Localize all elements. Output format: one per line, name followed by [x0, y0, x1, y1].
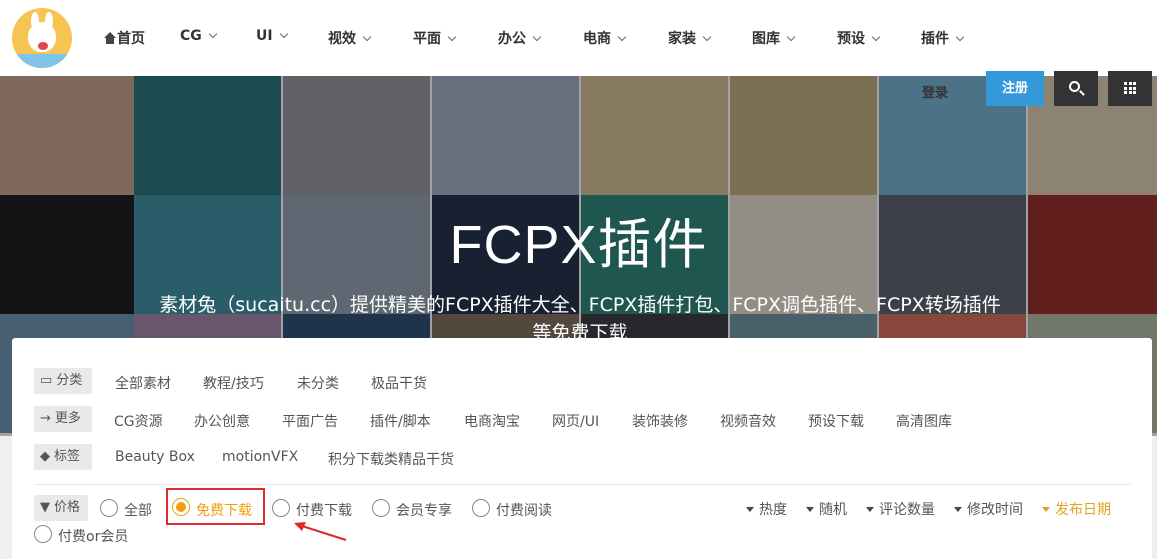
register-button[interactable]: 注册 [986, 71, 1044, 106]
login-link[interactable]: 登录 [922, 82, 948, 101]
more-link[interactable]: 网页/UI [552, 411, 599, 431]
nav-item-vfx[interactable]: 视效 [328, 28, 372, 48]
more-link[interactable]: 办公创意 [194, 411, 250, 431]
more-link[interactable]: 平面广告 [282, 411, 338, 431]
arrow-right-icon: → [40, 411, 51, 426]
chevron-down-icon [617, 32, 627, 42]
nav-item-presets[interactable]: 预设 [837, 28, 881, 48]
tag-link[interactable]: motionVFX [222, 449, 298, 465]
folder-icon: ▭ [40, 373, 53, 388]
filter-panel: ▭ 分类 全部素材 教程/技巧 未分类 极品干货 → 更多 CG资源 办公创意 平面… [12, 338, 1152, 559]
category-link[interactable]: 教程/技巧 [203, 373, 264, 393]
radio-paid[interactable] [272, 499, 290, 517]
nav-item-graphic[interactable]: 平面 [413, 28, 457, 48]
nav-item-ui[interactable]: UI [256, 28, 288, 44]
more-link[interactable]: 视频音效 [720, 411, 776, 431]
category-link[interactable]: 未分类 [297, 373, 339, 393]
grid-icon [1124, 82, 1136, 94]
more-link[interactable]: 插件/脚本 [370, 411, 431, 431]
sort-hot[interactable]: 热度 [746, 499, 787, 519]
tags-tag: ◆ 标签 [34, 444, 92, 470]
tag-link[interactable]: 积分下载类精品干货 [328, 449, 454, 469]
chevron-down-icon [447, 32, 457, 42]
nav-item-ecommerce[interactable]: 电商 [583, 28, 627, 48]
highlight-box [166, 488, 265, 525]
sort-published[interactable]: 发布日期 [1042, 499, 1111, 519]
category-tag: ▭ 分类 [34, 368, 92, 394]
more-link[interactable]: 装饰装修 [632, 411, 688, 431]
radio-label[interactable]: 会员专享 [396, 500, 452, 520]
home-icon [104, 32, 116, 44]
radio-label[interactable]: 付费or会员 [58, 526, 128, 546]
more-link[interactable]: CG资源 [114, 411, 163, 431]
category-link[interactable]: 全部素材 [115, 373, 171, 393]
caret-down-icon [954, 507, 962, 512]
chevron-down-icon [362, 32, 372, 42]
search-button[interactable] [1054, 71, 1098, 106]
radio-member[interactable] [372, 499, 390, 517]
filter-icon: ▼ [40, 500, 50, 515]
top-navbar: 首页 CG UI 视效 平面 办公 电商 家装 图库 预设 插件 [0, 0, 1157, 76]
nav-item-office[interactable]: 办公 [498, 28, 542, 48]
more-link[interactable]: 预设下载 [808, 411, 864, 431]
chevron-down-icon [871, 32, 881, 42]
caret-down-icon [746, 507, 754, 512]
sort-modified[interactable]: 修改时间 [954, 499, 1023, 519]
radio-all[interactable] [100, 499, 118, 517]
nav-item-cg[interactable]: CG [180, 28, 218, 44]
sort-comments[interactable]: 评论数量 [866, 499, 935, 519]
chevron-down-icon [279, 29, 288, 39]
caret-down-icon [1042, 507, 1050, 512]
chevron-down-icon [532, 32, 542, 42]
nav-item-gallery[interactable]: 图库 [752, 28, 796, 48]
price-tag: ▼ 价格 [34, 495, 88, 521]
radio-paid-read[interactable] [472, 499, 490, 517]
tag-icon: ◆ [40, 449, 50, 464]
search-icon [1069, 81, 1080, 92]
site-logo[interactable] [12, 8, 72, 68]
radio-label[interactable]: 全部 [124, 500, 152, 520]
radio-paid-or-member[interactable] [34, 525, 52, 543]
nav-home[interactable]: 首页 [104, 28, 145, 48]
divider [34, 484, 1131, 485]
chevron-down-icon [786, 32, 796, 42]
sort-random[interactable]: 随机 [806, 499, 847, 519]
page-title: FCPX插件 [449, 215, 708, 275]
category-link[interactable]: 极品干货 [371, 373, 427, 393]
radio-label[interactable]: 付费下载 [296, 500, 352, 520]
nav-item-plugins[interactable]: 插件 [921, 28, 965, 48]
caret-down-icon [866, 507, 874, 512]
more-link[interactable]: 电商淘宝 [464, 411, 520, 431]
tag-link[interactable]: Beauty Box [115, 449, 195, 465]
chevron-down-icon [955, 32, 965, 42]
chevron-down-icon [702, 32, 712, 42]
chevron-down-icon [208, 29, 218, 39]
more-link[interactable]: 高清图库 [896, 411, 952, 431]
annotation-arrow-icon [294, 522, 347, 541]
radio-label[interactable]: 付费阅读 [496, 500, 552, 520]
caret-down-icon [806, 507, 814, 512]
more-tag: → 更多 [34, 406, 92, 432]
nav-item-home-decor[interactable]: 家装 [668, 28, 712, 48]
menu-grid-button[interactable] [1108, 71, 1152, 106]
